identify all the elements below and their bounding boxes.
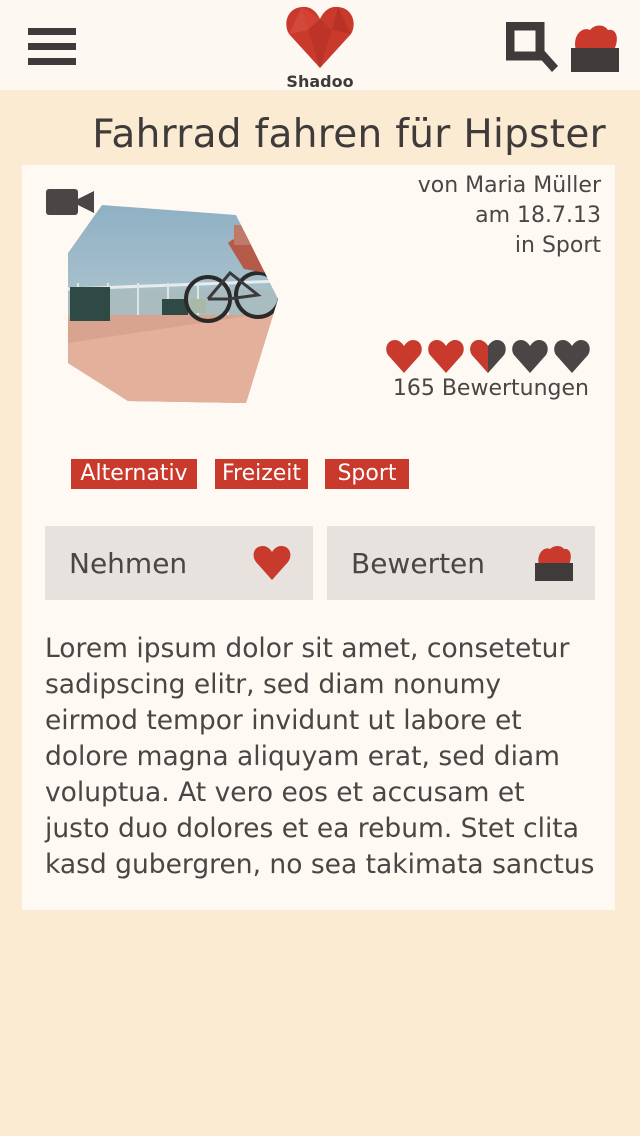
- article-image[interactable]: [68, 203, 282, 407]
- heart-box-icon: [535, 545, 573, 581]
- heart-filled-icon[interactable]: [386, 340, 422, 373]
- heart-box-icon[interactable]: [570, 24, 620, 72]
- heart-filled-icon[interactable]: [428, 340, 464, 373]
- tag-sport[interactable]: Sport: [325, 459, 409, 489]
- category-line[interactable]: in Sport: [418, 231, 601, 261]
- article-card: von Maria Müller am 18.7.13 in Sport 165…: [22, 165, 615, 910]
- app-header: Shadoo: [0, 0, 640, 91]
- article-body: Lorem ipsum dolor sit amet, consetetur s…: [45, 633, 595, 880]
- take-button-label: Nehmen: [69, 547, 188, 580]
- rate-button[interactable]: Bewerten: [327, 526, 595, 600]
- date-line: am 18.7.13: [475, 203, 601, 228]
- tag-freizeit[interactable]: Freizeit: [215, 459, 308, 489]
- article-meta: von Maria Müller am 18.7.13 in Sport: [418, 171, 601, 261]
- heart-logo-icon: [286, 6, 354, 69]
- app-logo[interactable]: Shadoo: [286, 4, 354, 91]
- article-title: Fahrrad fahren für Hipster: [92, 112, 606, 157]
- heart-empty-icon[interactable]: [512, 340, 548, 373]
- logo-text: Shadoo: [286, 72, 354, 91]
- rate-button-label: Bewerten: [351, 547, 486, 580]
- heart-icon: [253, 545, 291, 581]
- heart-empty-icon[interactable]: [554, 340, 590, 373]
- ratings-count: 165 Bewertungen: [392, 376, 589, 401]
- heart-half-icon[interactable]: [470, 340, 506, 373]
- hamburger-menu-icon[interactable]: [28, 28, 76, 66]
- take-button[interactable]: Nehmen: [45, 526, 313, 600]
- search-icon[interactable]: [505, 21, 560, 74]
- rating-hearts[interactable]: [386, 339, 592, 375]
- tag-alternativ[interactable]: Alternativ: [71, 459, 197, 489]
- author-line[interactable]: von Maria Müller: [418, 171, 601, 201]
